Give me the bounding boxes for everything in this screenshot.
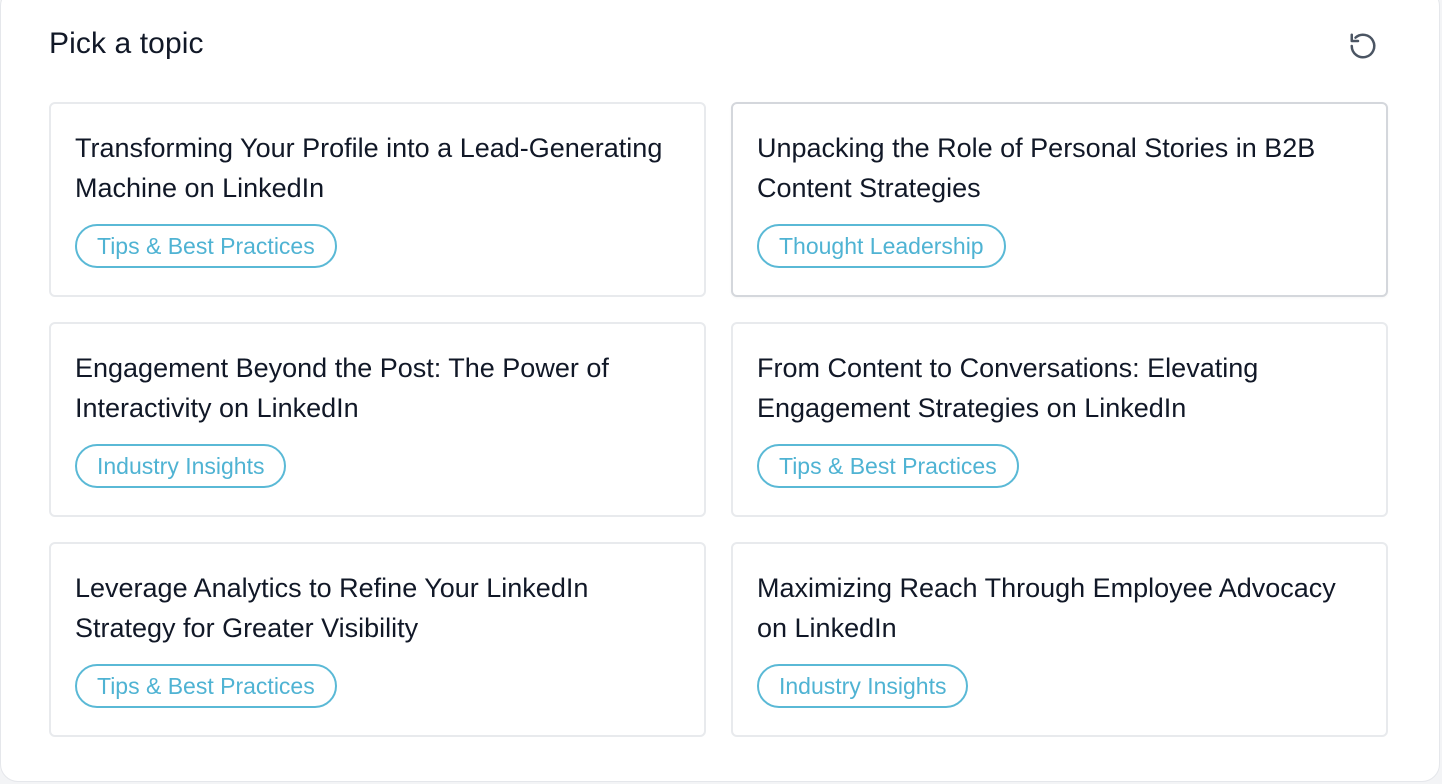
topic-category-tag: Industry Insights [757,664,969,708]
topic-card[interactable]: Engagement Beyond the Post: The Power of… [49,322,706,517]
topic-card[interactable]: Leverage Analytics to Refine Your Linked… [49,542,706,737]
topic-card[interactable]: Unpacking the Role of Personal Stories i… [731,102,1388,297]
topic-category-tag: Tips & Best Practices [75,224,337,268]
topic-title: From Content to Conversations: Elevating… [757,353,1259,423]
topic-card[interactable]: Transforming Your Profile into a Lead-Ge… [49,102,706,297]
topic-title: Engagement Beyond the Post: The Power of… [75,353,609,423]
refresh-button[interactable] [1346,29,1380,63]
topic-category-tag: Tips & Best Practices [75,664,337,708]
topic-title: Unpacking the Role of Personal Stories i… [757,133,1316,203]
topic-title: Transforming Your Profile into a Lead-Ge… [75,133,663,203]
topic-card[interactable]: Maximizing Reach Through Employee Advoca… [731,542,1388,737]
topic-category-tag: Tips & Best Practices [757,444,1019,488]
topic-card[interactable]: From Content to Conversations: Elevating… [731,322,1388,517]
topic-category-tag: Industry Insights [75,444,287,488]
refresh-icon [1350,33,1376,59]
topic-category-tag: Thought Leadership [757,224,1006,268]
page-title: Pick a topic [49,27,204,60]
topic-title: Leverage Analytics to Refine Your Linked… [75,573,589,643]
topic-title: Maximizing Reach Through Employee Advoca… [757,573,1336,643]
